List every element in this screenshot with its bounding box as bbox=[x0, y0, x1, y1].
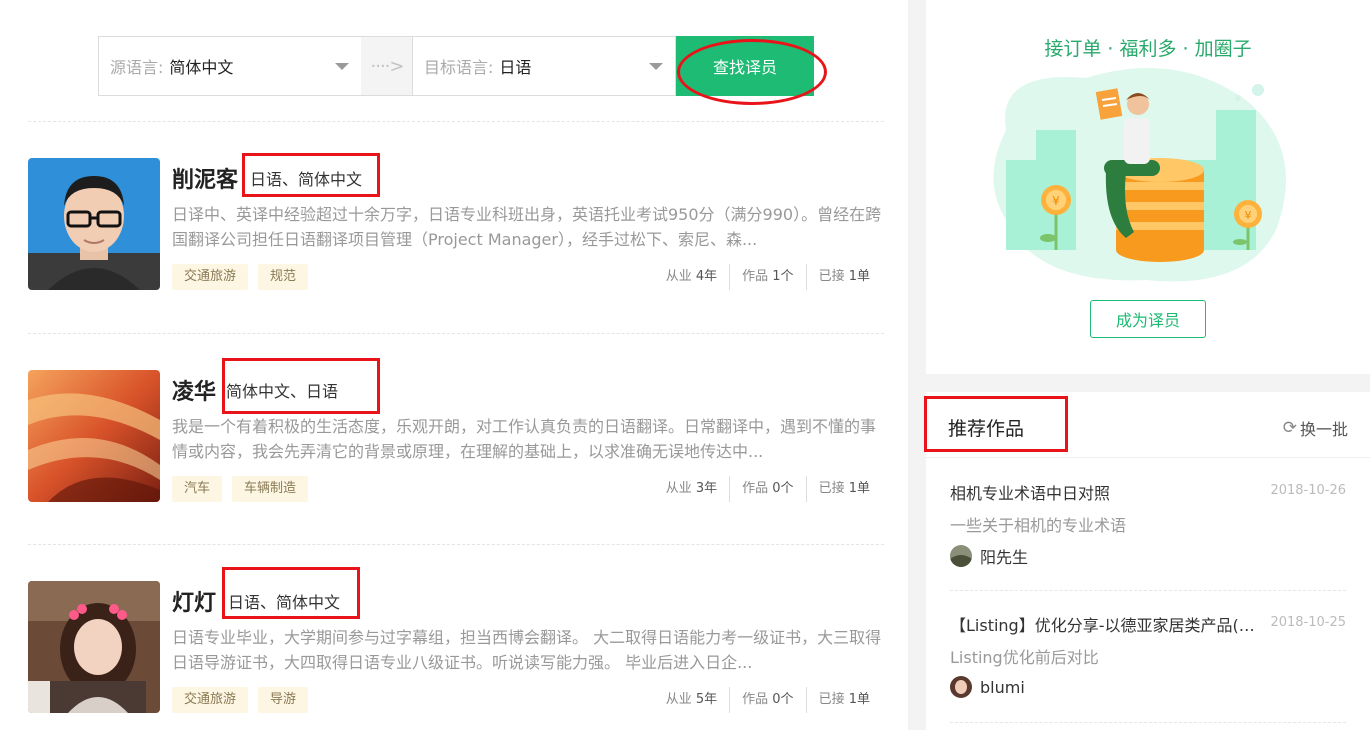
translator-languages: 简体中文、日语 bbox=[226, 382, 339, 401]
refresh-button[interactable]: ⟳ 换一批 bbox=[1283, 416, 1348, 440]
orders-stat: 已接 1单 bbox=[805, 476, 882, 502]
become-translator-button[interactable]: 成为译员 bbox=[1090, 300, 1206, 338]
source-language-value: 简体中文 bbox=[169, 58, 234, 77]
work-author[interactable]: 阳先生 bbox=[950, 544, 1028, 568]
work-item[interactable]: 相机专业术语中日对照 2018-10-26 一些关于相机的专业术语 阳先生 bbox=[950, 480, 1346, 570]
refresh-icon: ⟳ bbox=[1282, 418, 1297, 438]
translator-tags: 交通旅游 导游 bbox=[172, 687, 309, 713]
translator-name[interactable]: 凌华 bbox=[172, 374, 216, 406]
recommended-works-title: 推荐作品 bbox=[948, 418, 1025, 440]
translator-card[interactable]: 凌华 简体中文、日语 我是一个有着积极的生活态度，乐观开朗，对工作认真负责的日语… bbox=[28, 358, 884, 504]
translator-stats: 从业 3年 作品 0个 已接 1单 bbox=[654, 476, 882, 502]
become-translator-promo: 接订单 · 福利多 · 加圈子 ¥ ¥ 成为译员 bbox=[926, 0, 1370, 374]
orders-stat: 已接 1单 bbox=[805, 687, 882, 713]
svg-text:¥: ¥ bbox=[1052, 194, 1060, 208]
author-name: blumi bbox=[980, 677, 1025, 697]
orders-stat: 已接 1单 bbox=[805, 264, 882, 290]
recommended-works-header: 推荐作品 ⟳ 换一批 bbox=[924, 392, 1370, 458]
recommended-works-panel: 推荐作品 ⟳ 换一批 相机专业术语中日对照 2018-10-26 一些关于相机的… bbox=[924, 392, 1370, 730]
divider bbox=[950, 590, 1346, 591]
translator-avatar[interactable] bbox=[28, 581, 160, 713]
translator-name[interactable]: 削泥客 bbox=[172, 162, 238, 194]
work-title[interactable]: 【Listing】优化分享-以德亚家居类产品(… bbox=[950, 612, 1270, 636]
work-date: 2018-10-25 bbox=[1270, 615, 1346, 630]
translator-tags: 交通旅游 规范 bbox=[172, 264, 309, 290]
works-stat: 作品 0个 bbox=[729, 687, 805, 713]
refresh-label: 换一批 bbox=[1299, 420, 1348, 439]
work-date: 2018-10-26 bbox=[1270, 483, 1346, 498]
translator-languages: 日语、简体中文 bbox=[250, 170, 363, 189]
promo-illustration: ¥ ¥ bbox=[993, 67, 1286, 282]
source-language-select[interactable]: 源语言: 简体中文 bbox=[98, 36, 362, 96]
work-title[interactable]: 相机专业术语中日对照 bbox=[950, 480, 1270, 504]
caret-down-icon bbox=[649, 63, 663, 70]
years-stat: 从业 4年 bbox=[665, 269, 718, 284]
author-avatar bbox=[950, 545, 972, 567]
arrow-right-icon: ····> bbox=[361, 36, 413, 96]
translator-tags: 汽车 车辆制造 bbox=[172, 476, 309, 502]
promo-title: 接订单 · 福利多 · 加圈子 bbox=[1044, 38, 1252, 60]
tag: 交通旅游 bbox=[172, 687, 249, 713]
divider bbox=[28, 544, 884, 545]
work-subtitle: 一些关于相机的专业术语 bbox=[950, 516, 1127, 535]
years-stat: 从业 5年 bbox=[665, 692, 718, 707]
work-item[interactable]: 【Listing】优化分享-以德亚家居类产品(… 2018-10-25 List… bbox=[950, 612, 1346, 702]
translator-card[interactable]: 灯灯 日语、简体中文 日语专业毕业，大学期间参与过字幕组，担当西博会翻译。 大二… bbox=[28, 567, 884, 715]
translator-languages: 日语、简体中文 bbox=[228, 593, 341, 612]
translator-description: 日语专业毕业，大学期间参与过字幕组，担当西博会翻译。 大二取得日语能力考一级证书… bbox=[172, 628, 882, 672]
works-stat: 作品 0个 bbox=[729, 476, 805, 502]
find-translator-button[interactable]: 查找译员 bbox=[676, 36, 814, 96]
translator-stats: 从业 4年 作品 1个 已接 1单 bbox=[654, 264, 882, 290]
tag: 汽车 bbox=[172, 476, 223, 502]
language-search-bar: 源语言: 简体中文 ····> 目标语言: 日语 查找译员 bbox=[98, 36, 814, 96]
svg-text:¥: ¥ bbox=[1245, 209, 1252, 222]
years-stat: 从业 3年 bbox=[665, 481, 718, 496]
source-language-label: 源语言: bbox=[110, 58, 164, 77]
work-author[interactable]: blumi bbox=[950, 676, 1025, 698]
translator-description: 日译中、英译中经验超过十余万字，日语专业科班出身，英语托业考试950分（满分99… bbox=[172, 205, 882, 249]
author-avatar bbox=[950, 676, 972, 698]
divider bbox=[950, 722, 1346, 723]
translator-description: 我是一个有着积极的生活态度，乐观开朗，对工作认真负责的日语翻译。日常翻译中，遇到… bbox=[172, 417, 877, 461]
translator-avatar[interactable] bbox=[28, 158, 160, 290]
target-language-select[interactable]: 目标语言: 日语 bbox=[412, 36, 676, 96]
target-language-value: 日语 bbox=[499, 58, 532, 77]
target-language-label: 目标语言: bbox=[424, 58, 494, 77]
divider bbox=[28, 121, 884, 122]
tag: 车辆制造 bbox=[232, 476, 309, 502]
translator-name[interactable]: 灯灯 bbox=[172, 585, 216, 617]
translator-card[interactable]: 削泥客 日语、简体中文 日译中、英译中经验超过十余万字，日语专业科班出身，英语托… bbox=[28, 153, 884, 292]
translator-list-panel: 源语言: 简体中文 ····> 目标语言: 日语 查找译员 削泥客 日语、简体中… bbox=[0, 0, 908, 730]
translator-avatar[interactable] bbox=[28, 370, 160, 502]
caret-down-icon bbox=[335, 63, 349, 70]
divider bbox=[28, 333, 884, 334]
author-name: 阳先生 bbox=[980, 548, 1029, 567]
tag: 规范 bbox=[258, 264, 309, 290]
tag: 导游 bbox=[258, 687, 309, 713]
tag: 交通旅游 bbox=[172, 264, 249, 290]
work-subtitle: Listing优化前后对比 bbox=[950, 648, 1099, 667]
translator-stats: 从业 5年 作品 0个 已接 1单 bbox=[654, 687, 882, 713]
works-stat: 作品 1个 bbox=[729, 264, 805, 290]
